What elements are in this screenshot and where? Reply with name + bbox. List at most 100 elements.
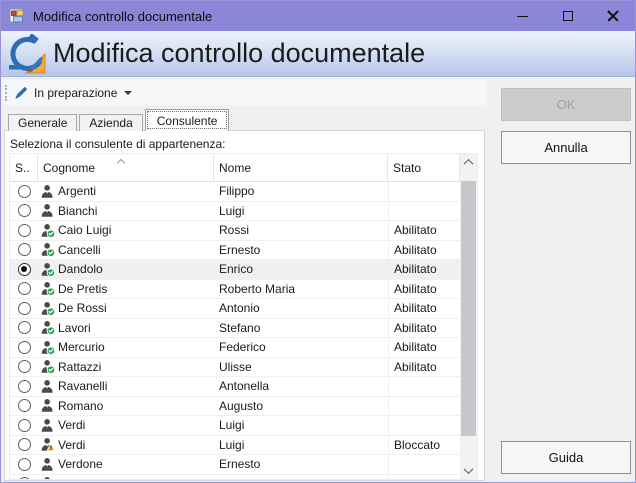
cell-nome: Ambrogio <box>214 477 388 479</box>
instruction-label: Seleziona il consulente di appartenenza: <box>10 137 226 151</box>
window-title: Modifica controllo documentale <box>33 8 213 24</box>
cell-nome: Luigi <box>219 203 245 218</box>
close-icon <box>607 10 619 22</box>
cell-nome: Federico <box>219 340 266 355</box>
column-header-selection[interactable]: S.. <box>10 154 38 181</box>
column-header-nome[interactable]: Nome <box>214 154 388 181</box>
person-icon <box>41 340 55 355</box>
row-radio[interactable] <box>17 204 31 218</box>
scroll-up-icon <box>463 158 474 169</box>
vertical-scrollbar[interactable] <box>460 154 477 479</box>
tabstrip: Generale Azienda Consulente <box>8 109 231 131</box>
cell-cognome: Caio Luigi <box>58 223 112 238</box>
table-row[interactable]: Bianchi Luigi <box>10 201 460 221</box>
minimize-icon <box>517 15 528 17</box>
cell-stato: Abilitato <box>394 301 437 316</box>
row-radio[interactable] <box>17 321 31 335</box>
table-row[interactable]: Caio Luigi Rossi Abilitato <box>10 221 460 241</box>
person-icon <box>41 438 55 452</box>
table-row[interactable]: Rattazzi Ulisse Abilitato <box>10 357 460 377</box>
cell-cognome: Dandolo <box>58 262 103 277</box>
cancel-button[interactable]: Annulla <box>501 131 631 164</box>
person-icon <box>41 457 53 471</box>
row-radio[interactable] <box>17 477 31 479</box>
dialog-header: Modifica controllo documentale <box>1 31 635 77</box>
table-row[interactable]: Romano Augusto <box>10 396 460 416</box>
row-radio[interactable] <box>17 243 31 257</box>
close-button[interactable] <box>590 1 635 31</box>
cell-nome: Filippo <box>219 184 255 199</box>
check-badge-icon <box>46 287 55 297</box>
table-row[interactable]: Ravanelli Antonella <box>10 377 460 397</box>
row-radio[interactable] <box>17 360 31 374</box>
table-row[interactable]: Verdi Luigi Bloccato <box>10 435 460 455</box>
minimize-button[interactable] <box>500 1 545 31</box>
check-badge-icon <box>46 346 55 355</box>
scrollbar-thumb[interactable] <box>461 181 476 436</box>
winforms-form-icon <box>9 8 24 23</box>
table-row[interactable]: Verdone Ernesto <box>10 455 460 475</box>
table-row[interactable]: Verdi Luigi <box>10 416 460 436</box>
scroll-up-button[interactable] <box>460 154 477 171</box>
cell-nome: Luigi <box>219 437 245 452</box>
row-radio[interactable] <box>17 418 31 432</box>
person-icon <box>41 301 55 316</box>
cell-nome: Ernesto <box>219 242 261 257</box>
row-radio[interactable] <box>17 379 31 393</box>
table-row[interactable]: Volponi Ambrogio <box>10 474 460 479</box>
check-badge-icon <box>46 365 55 375</box>
cell-nome: Ulisse <box>219 359 252 374</box>
help-button[interactable]: Guida <box>501 441 631 474</box>
table-row[interactable]: De Rossi Antonio Abilitato <box>10 299 460 319</box>
tab-azienda[interactable]: Azienda <box>79 114 143 131</box>
row-radio[interactable] <box>17 438 31 452</box>
cell-nome: Stefano <box>219 320 261 335</box>
maximize-button[interactable] <box>545 1 590 31</box>
row-radio[interactable] <box>17 301 31 315</box>
cell-stato: Abilitato <box>394 262 437 277</box>
cell-nome: Augusto <box>219 398 264 413</box>
scroll-down-button[interactable] <box>460 462 477 479</box>
row-radio[interactable] <box>17 184 31 198</box>
cell-stato: Abilitato <box>394 223 437 238</box>
cell-cognome: Bianchi <box>58 203 98 218</box>
row-radio[interactable] <box>17 399 31 413</box>
row-radio[interactable] <box>17 262 31 276</box>
listview-header: S.. Cognome Nome Stato <box>10 154 477 182</box>
cell-stato: Abilitato <box>394 281 437 296</box>
pencil-icon <box>15 86 27 98</box>
table-row[interactable]: Dandolo Enrico Abilitato <box>10 260 460 280</box>
table-row[interactable]: De Pretis Roberto Maria Abilitato <box>10 279 460 299</box>
table-row[interactable]: Cancelli Ernesto Abilitato <box>10 240 460 260</box>
person-icon <box>41 418 53 432</box>
table-row[interactable]: Argenti Filippo <box>10 182 460 202</box>
window-controls <box>500 1 635 31</box>
cell-cognome: Lavori <box>58 320 91 335</box>
table-row[interactable]: Mercurio Federico Abilitato <box>10 338 460 358</box>
cell-cognome: Volponi <box>58 477 97 479</box>
person-icon <box>41 399 53 412</box>
cell-cognome: De Rossi <box>58 301 107 316</box>
check-badge-icon <box>46 248 55 258</box>
row-radio[interactable] <box>17 457 31 471</box>
cell-cognome: Cancelli <box>58 242 101 257</box>
row-radio[interactable] <box>17 223 31 237</box>
cell-nome: Roberto Maria <box>219 281 296 296</box>
table-body: Argenti Filippo Bianchi Luigi Caio Luigi… <box>10 182 460 479</box>
table-row[interactable]: Lavori Stefano Abilitato <box>10 318 460 338</box>
check-badge-icon <box>46 307 55 316</box>
cell-cognome: Argenti <box>58 184 97 199</box>
column-header-cognome[interactable]: Cognome <box>38 154 214 181</box>
cell-nome: Enrico <box>219 262 254 277</box>
row-radio[interactable] <box>17 340 31 354</box>
row-radio[interactable] <box>17 282 31 296</box>
tabpage-consulente: Seleziona il consulente di appartenenza:… <box>4 130 485 481</box>
caret-down-icon[interactable] <box>124 90 133 95</box>
toolbar-grip[interactable] <box>5 84 7 101</box>
cell-nome: Antonella <box>219 379 270 394</box>
status-dropdown-label[interactable]: In preparazione <box>34 86 117 100</box>
column-header-stato[interactable]: Stato <box>388 154 460 181</box>
ok-button[interactable]: OK <box>501 88 631 121</box>
tab-consulente[interactable]: Consulente <box>144 109 230 131</box>
tab-generale[interactable]: Generale <box>8 114 78 131</box>
